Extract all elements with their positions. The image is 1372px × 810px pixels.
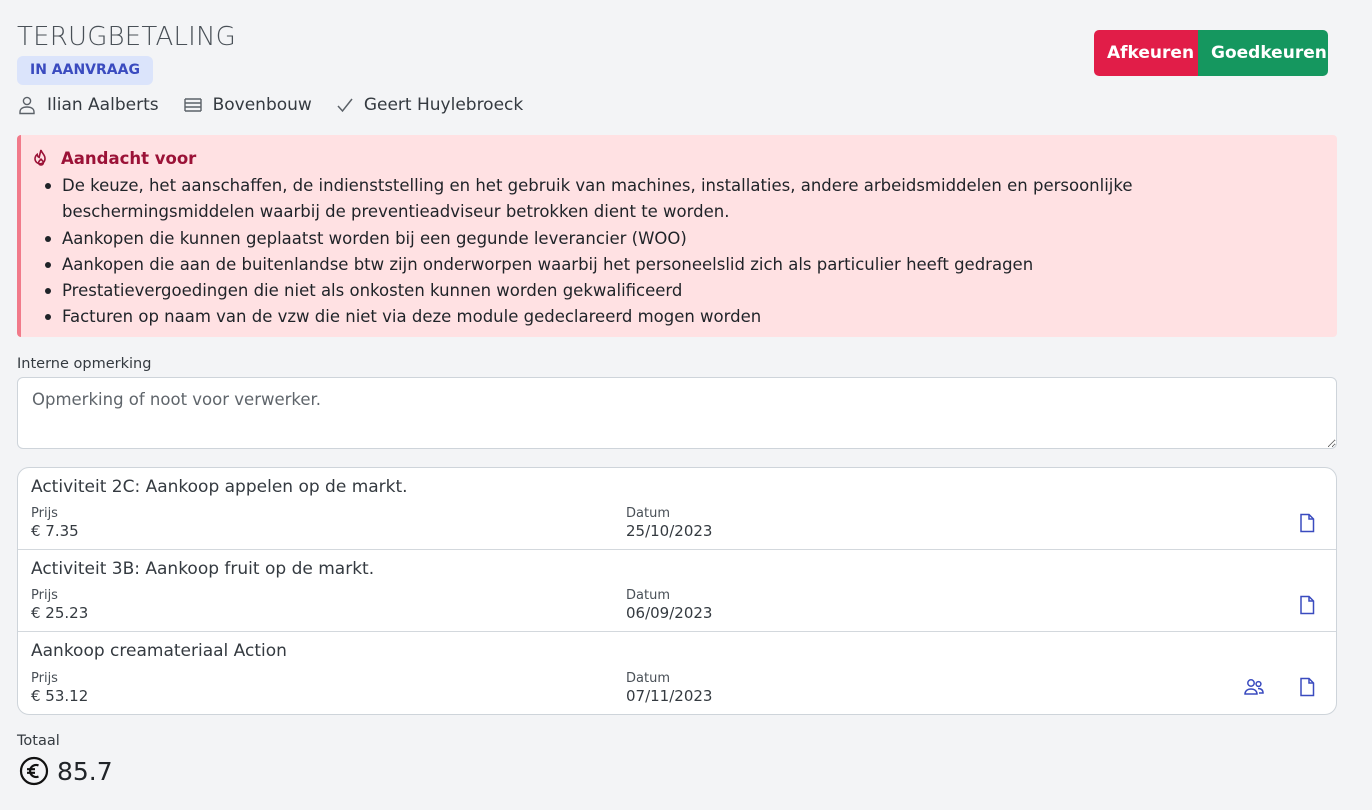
- action-buttons: Afkeuren Goedkeuren: [1094, 30, 1328, 76]
- alert-list: De keuze, het aanschaffen, de indienstst…: [31, 173, 1323, 331]
- expense-list: Activiteit 2C: Aankoop appelen op de mar…: [17, 467, 1337, 715]
- expense-title: Aankoop creamateriaal Action: [31, 641, 287, 661]
- expense-title: Activiteit 2C: Aankoop appelen op de mar…: [31, 477, 408, 497]
- date-value: 06/09/2023: [626, 604, 713, 622]
- meta-approver-name: Geert Huylebroeck: [363, 95, 524, 115]
- expense-title: Activiteit 3B: Aankoop fruit op de markt…: [31, 559, 375, 579]
- total-label: Totaal: [17, 733, 60, 749]
- meta-person: Ilian Aalberts: [17, 95, 159, 115]
- date-label: Datum: [626, 671, 670, 686]
- date-value: 25/10/2023: [626, 522, 713, 540]
- meta-group: Bovenbouw: [183, 95, 312, 115]
- alert-item: De keuze, het aanschaffen, de indienstst…: [31, 173, 1323, 226]
- price-value: € 53.12: [31, 687, 89, 705]
- meta-person-name: Ilian Aalberts: [47, 95, 159, 115]
- remark-textarea[interactable]: [17, 377, 1337, 449]
- alert-item: Aankopen die kunnen geplaatst worden bij…: [31, 226, 1323, 252]
- approve-button[interactable]: Goedkeuren: [1198, 30, 1328, 76]
- alert-title-text: Aandacht voor: [61, 148, 197, 168]
- price-value: € 7.35: [31, 522, 79, 540]
- euro-circle-icon: [19, 756, 49, 786]
- price-label: Prijs: [31, 671, 58, 686]
- remark-label: Interne opmerking: [17, 356, 152, 372]
- status-badge: IN AANVRAAG: [17, 56, 153, 85]
- date-value: 07/11/2023: [626, 687, 713, 705]
- price-label: Prijs: [31, 506, 58, 521]
- page-title: TERUGBETALING: [17, 22, 237, 52]
- expense-row: Activiteit 3B: Aankoop fruit op de markt…: [18, 550, 1336, 632]
- alert-item: Prestatievergoedingen die niet als onkos…: [31, 278, 1323, 304]
- alert-item: Aankopen die aan de buitenlandse btw zij…: [31, 252, 1323, 278]
- attention-alert: Aandacht voor De keuze, het aanschaffen,…: [17, 135, 1337, 337]
- alert-item: Facturen op naam van de vzw die niet via…: [31, 304, 1323, 330]
- alert-title: Aandacht voor: [31, 147, 1323, 169]
- people-icon[interactable]: [1243, 676, 1265, 698]
- document-icon[interactable]: [1296, 676, 1318, 698]
- document-icon[interactable]: [1296, 512, 1318, 534]
- layers-icon: [183, 98, 202, 112]
- meta-row: Ilian Aalberts Bovenbouw Geert Huylebroe…: [17, 94, 547, 116]
- expense-row: Aankoop creamateriaal Action Prijs € 53.…: [18, 632, 1336, 714]
- meta-group-name: Bovenbouw: [212, 95, 312, 115]
- expense-row: Activiteit 2C: Aankoop appelen op de mar…: [18, 468, 1336, 550]
- meta-approver: Geert Huylebroeck: [336, 95, 523, 115]
- date-label: Datum: [626, 506, 670, 521]
- date-label: Datum: [626, 588, 670, 603]
- document-icon[interactable]: [1296, 594, 1318, 616]
- check-icon: [337, 98, 353, 113]
- fire-icon: [34, 149, 46, 166]
- user-icon: [19, 96, 35, 115]
- price-value: € 25.23: [31, 604, 89, 622]
- total-row: 85.7: [19, 756, 113, 786]
- total-value: 85.7: [57, 756, 113, 786]
- price-label: Prijs: [31, 588, 58, 603]
- reject-button[interactable]: Afkeuren: [1094, 30, 1198, 76]
